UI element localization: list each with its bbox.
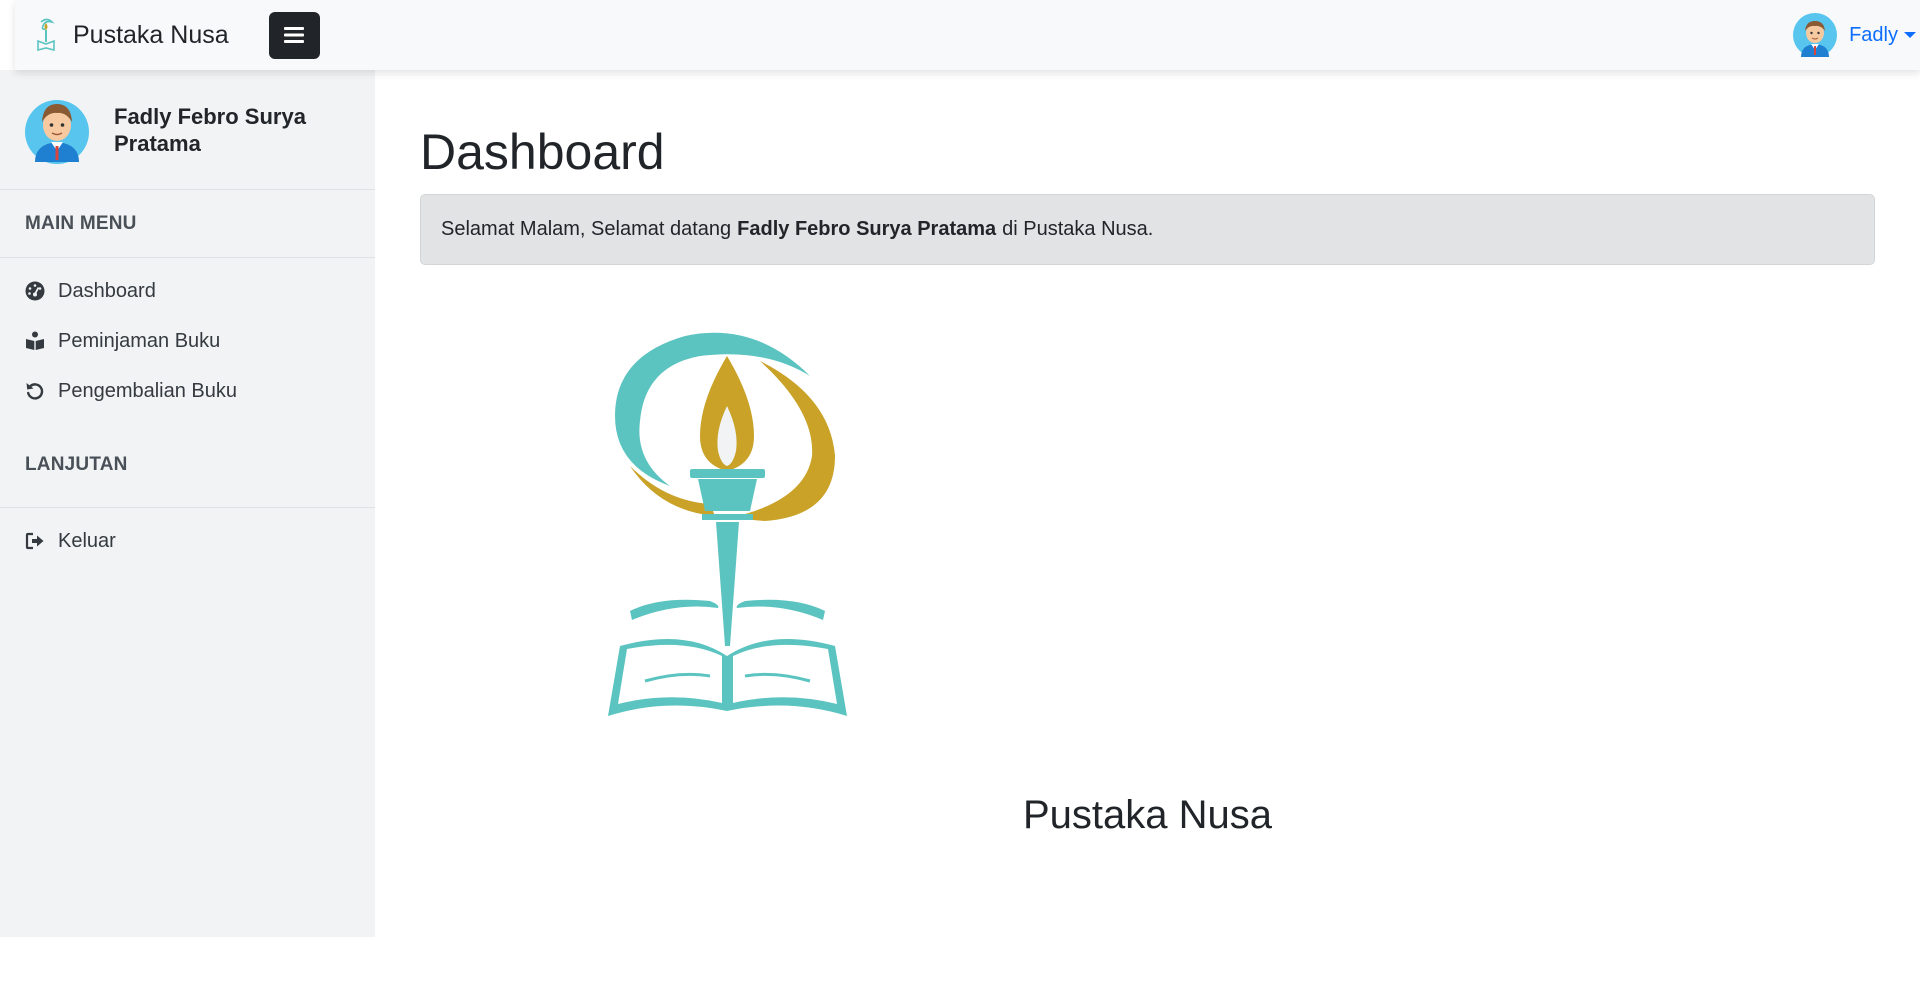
sidebar-profile: Fadly Febro Surya Pratama bbox=[0, 70, 375, 190]
user-name: Fadly bbox=[1849, 23, 1898, 46]
sidebar-item-peminjaman-buku[interactable]: Peminjaman Buku bbox=[0, 316, 375, 366]
caret-down-icon bbox=[1904, 32, 1916, 38]
greeting-prefix: Selamat Malam, Selamat datang bbox=[441, 218, 732, 240]
sidebar-item-pengembalian-buku[interactable]: Pengembalian Buku bbox=[0, 366, 375, 416]
sidebar-item-label: Peminjaman Buku bbox=[58, 329, 221, 352]
sidebar-item-label: Pengembalian Buku bbox=[58, 379, 238, 402]
sign-out-icon bbox=[25, 532, 44, 550]
sidebar-item-dashboard[interactable]: Dashboard bbox=[0, 266, 375, 316]
sidebar-toggle-button[interactable] bbox=[268, 11, 320, 59]
pustaka-nusa-logo bbox=[608, 332, 847, 716]
brand-name: Pustaka Nusa bbox=[73, 20, 229, 49]
top-navbar: Pustaka Nusa Fadly bbox=[15, 0, 1920, 70]
main-menu-heading: MAIN MENU bbox=[0, 190, 375, 258]
sidebar-item-label: Keluar bbox=[58, 529, 116, 552]
greeting-alert: Selamat Malam, Selamat datang Fadly Febr… bbox=[420, 194, 1875, 265]
hamburger-icon bbox=[284, 27, 305, 43]
dashboard-gauge-icon bbox=[25, 281, 45, 301]
page-title: Dashboard bbox=[420, 124, 665, 180]
greeting-name: Fadly Febro Surya Pratama bbox=[737, 218, 997, 240]
undo-icon bbox=[26, 383, 44, 400]
profile-avatar-icon bbox=[25, 99, 89, 164]
brand-logo-icon bbox=[37, 18, 55, 52]
sidebar-item-label: Dashboard bbox=[58, 279, 156, 302]
user-avatar-icon bbox=[1793, 13, 1838, 57]
user-dropdown[interactable]: Fadly bbox=[1793, 0, 1920, 70]
sidebar-item-keluar[interactable]: Keluar bbox=[0, 516, 375, 566]
main-content: Dashboard Selamat Malam, Selamat datang … bbox=[420, 70, 1875, 265]
lanjutan-heading: LANJUTAN bbox=[0, 416, 375, 508]
brand[interactable]: Pustaka Nusa bbox=[35, 0, 229, 70]
book-reader-icon bbox=[26, 331, 44, 350]
profile-name: Fadly Febro Surya Pratama bbox=[114, 103, 306, 156]
logo-caption: Pustaka Nusa bbox=[1022, 793, 1273, 837]
greeting-suffix: di Pustaka Nusa. bbox=[1002, 218, 1154, 240]
sidebar: Fadly Febro Surya Pratama MAIN MENU Dash… bbox=[0, 70, 375, 937]
